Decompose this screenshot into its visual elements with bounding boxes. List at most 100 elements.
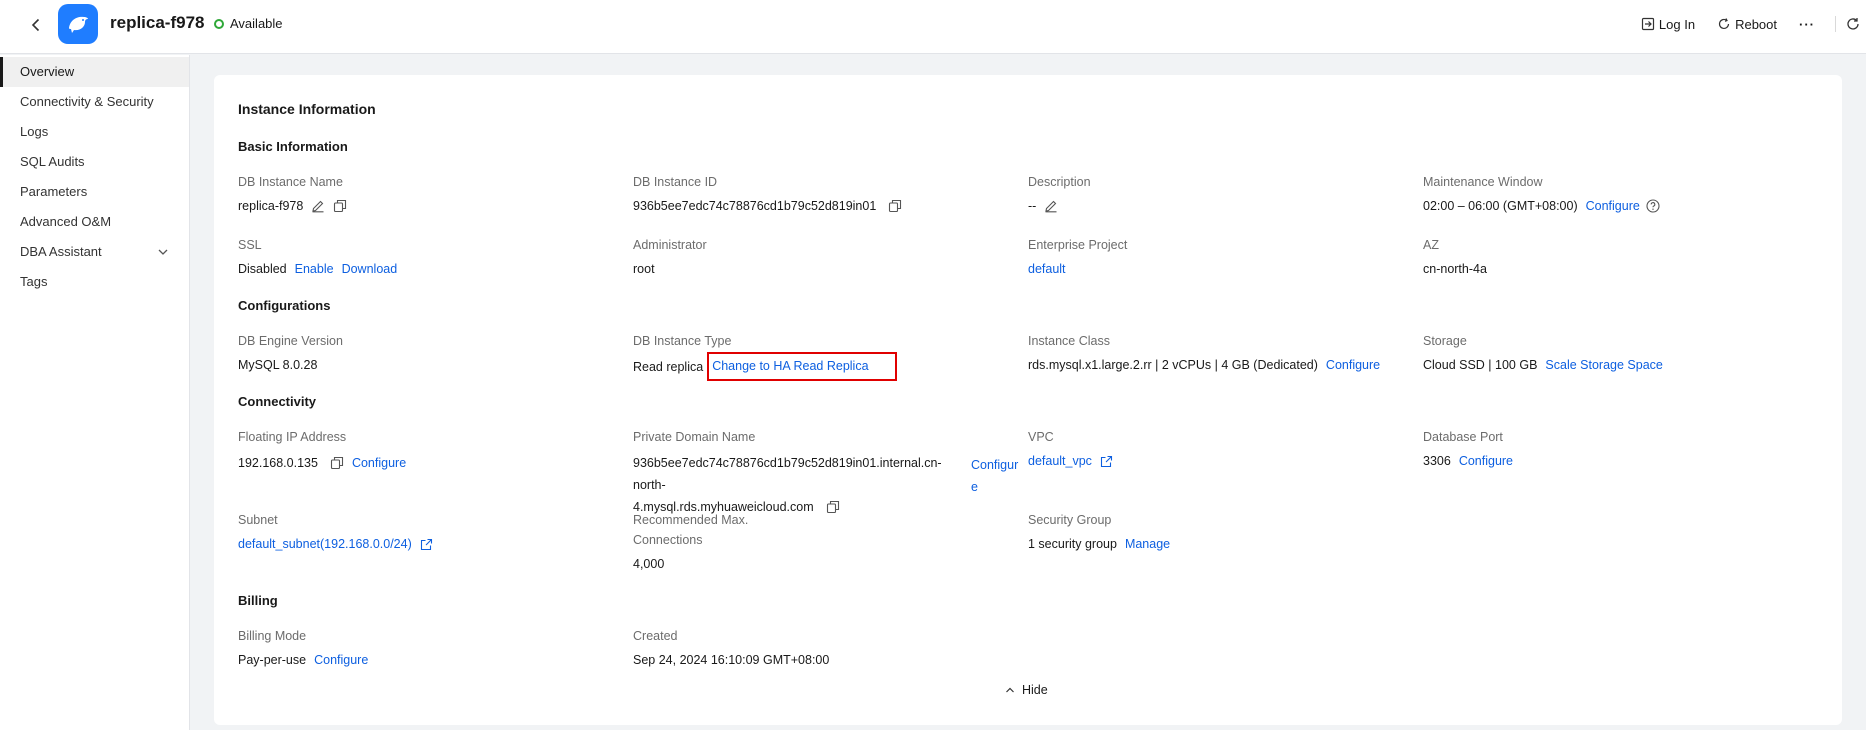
- ssl-value: Disabled: [238, 262, 287, 276]
- sidebar-item-advanced-om[interactable]: Advanced O&M: [0, 207, 189, 237]
- hide-toggle[interactable]: Hide: [1004, 683, 1048, 697]
- sidebar-item-overview[interactable]: Overview: [0, 57, 189, 87]
- field-administrator: Administrator root: [633, 237, 1013, 278]
- field-engine-version: DB Engine Version MySQL 8.0.28: [238, 333, 618, 374]
- section-connectivity: Connectivity: [238, 394, 317, 409]
- configure-private-domain-link[interactable]: Configur e: [971, 454, 1018, 518]
- field-label: DB Engine Version: [238, 334, 343, 348]
- max-connections-value: 4,000: [633, 557, 665, 571]
- help-icon[interactable]: [1646, 199, 1660, 213]
- section-configurations: Configurations: [238, 298, 331, 313]
- login-button[interactable]: Log In: [1641, 17, 1695, 32]
- field-label: Instance Class: [1028, 334, 1110, 348]
- field-enterprise-project: Enterprise Project default: [1028, 237, 1408, 278]
- created-value: Sep 24, 2024 16:10:09 GMT+08:00: [633, 653, 830, 667]
- instance-info-card: Instance Information Basic Information D…: [214, 75, 1842, 725]
- field-created: Created Sep 24, 2024 16:10:09 GMT+08:00: [633, 628, 1013, 669]
- status-dot-icon: [214, 18, 224, 29]
- field-label: Security Group: [1028, 513, 1112, 527]
- copy-icon[interactable]: [330, 456, 344, 470]
- chevron-up-icon: [1006, 687, 1014, 693]
- manage-security-group-link[interactable]: Manage: [1125, 535, 1170, 553]
- chevron-left-icon: [31, 18, 40, 32]
- edit-icon[interactable]: [311, 199, 325, 213]
- storage-value: Cloud SSD | 100 GB: [1423, 358, 1538, 372]
- highlight-box: Change to HA Read Replica: [707, 352, 897, 381]
- description-value: --: [1028, 199, 1037, 213]
- field-max-connections: Recommended Max. Connections 4,000: [633, 512, 1013, 573]
- configure-private-domain-link-line2: e: [971, 480, 978, 494]
- external-link-icon[interactable]: [420, 538, 433, 551]
- sidebar-item-tags[interactable]: Tags: [0, 267, 189, 297]
- refresh-button[interactable]: [1846, 17, 1860, 31]
- back-button[interactable]: [24, 13, 48, 37]
- header-divider: [1835, 16, 1836, 32]
- field-label: Billing Mode: [238, 629, 307, 643]
- sidebar-item-label: DBA Assistant: [20, 244, 102, 259]
- field-label: Enterprise Project: [1028, 238, 1128, 252]
- field-label: DB Instance Name: [238, 175, 343, 189]
- sidebar-item-parameters[interactable]: Parameters: [0, 177, 189, 207]
- configure-instance-class-link[interactable]: Configure: [1326, 356, 1380, 374]
- status-text: Available: [230, 16, 283, 31]
- field-floating-ip: Floating IP Address 192.168.0.135 Config…: [238, 429, 618, 472]
- configure-maintenance-link[interactable]: Configure: [1586, 197, 1640, 215]
- copy-icon[interactable]: [333, 199, 347, 213]
- dolphin-icon: [69, 16, 88, 33]
- configure-database-port-link[interactable]: Configure: [1459, 452, 1513, 470]
- sidebar-item-dba-assistant[interactable]: DBA Assistant: [0, 237, 189, 267]
- ssl-download-link[interactable]: Download: [342, 260, 398, 278]
- more-actions-button[interactable]: ···: [1799, 17, 1815, 32]
- field-az: AZ cn-north-4a: [1423, 237, 1803, 278]
- instance-id-value: 936b5ee7edc74c78876cd1b79c52d819in01: [633, 199, 877, 213]
- reboot-label: Reboot: [1735, 16, 1777, 32]
- edit-icon[interactable]: [1044, 199, 1058, 213]
- ssl-enable-link[interactable]: Enable: [295, 260, 334, 278]
- sidebar-item-sql-audits[interactable]: SQL Audits: [0, 147, 189, 177]
- sidebar-item-connectivity-security[interactable]: Connectivity & Security: [0, 87, 189, 117]
- private-domain-value-line1: 936b5ee7edc74c78876cd1b79c52d819in01.int…: [633, 456, 942, 492]
- max-connections-label-line1: Recommended Max.: [633, 513, 749, 527]
- field-private-domain: Private Domain Name 936b5ee7edc74c78876c…: [633, 429, 1028, 518]
- reboot-button[interactable]: Reboot: [1717, 17, 1777, 32]
- card-title: Instance Information: [238, 101, 376, 117]
- field-label: Database Port: [1423, 430, 1503, 444]
- engine-version-value: MySQL 8.0.28: [238, 358, 318, 372]
- enterprise-project-link[interactable]: default: [1028, 260, 1066, 278]
- external-link-icon[interactable]: [1100, 455, 1113, 468]
- field-instance-name: DB Instance Name replica-f978: [238, 174, 618, 215]
- field-maintenance-window: Maintenance Window 02:00 – 06:00 (GMT+08…: [1423, 174, 1803, 215]
- field-instance-type: DB Instance Type Read replica Change to …: [633, 333, 1013, 381]
- field-vpc: VPC default_vpc: [1028, 429, 1408, 470]
- subnet-link[interactable]: default_subnet(192.168.0.0/24): [238, 535, 412, 553]
- field-storage: Storage Cloud SSD | 100 GB Scale Storage…: [1423, 333, 1803, 374]
- field-label: SSL: [238, 238, 262, 252]
- field-instance-class: Instance Class rds.mysql.x1.large.2.rr |…: [1028, 333, 1423, 374]
- field-description: Description --: [1028, 174, 1408, 215]
- field-security-group: Security Group 1 security group Manage: [1028, 512, 1408, 553]
- page-title: replica-f978: [110, 13, 205, 32]
- reboot-icon: [1719, 18, 1730, 30]
- page-header: replica-f978 Available Log In Reboot ···: [0, 0, 1866, 54]
- field-label: Maintenance Window: [1423, 175, 1543, 189]
- instance-name-value: replica-f978: [238, 199, 304, 213]
- field-label: Private Domain Name: [633, 430, 756, 444]
- field-label: AZ: [1423, 238, 1439, 252]
- floating-ip-value: 192.168.0.135: [238, 456, 318, 470]
- field-label: VPC: [1028, 430, 1054, 444]
- configure-floating-ip-link[interactable]: Configure: [352, 454, 406, 472]
- sidebar-item-logs[interactable]: Logs: [0, 117, 189, 147]
- rds-logo: [58, 4, 98, 44]
- section-billing: Billing: [238, 593, 278, 608]
- field-subnet: Subnet default_subnet(192.168.0.0/24): [238, 512, 618, 553]
- status-badge: Available: [214, 16, 283, 31]
- change-to-ha-read-replica-link[interactable]: Change to HA Read Replica: [712, 359, 868, 373]
- hide-label: Hide: [1022, 683, 1048, 697]
- field-label: Floating IP Address: [238, 430, 347, 444]
- scale-storage-link[interactable]: Scale Storage Space: [1545, 356, 1662, 374]
- configure-billing-link[interactable]: Configure: [314, 651, 368, 669]
- field-instance-id: DB Instance ID 936b5ee7edc74c78876cd1b79…: [633, 174, 1013, 215]
- copy-icon[interactable]: [888, 199, 902, 213]
- vpc-link[interactable]: default_vpc: [1028, 452, 1092, 470]
- chevron-down-icon: [157, 246, 169, 258]
